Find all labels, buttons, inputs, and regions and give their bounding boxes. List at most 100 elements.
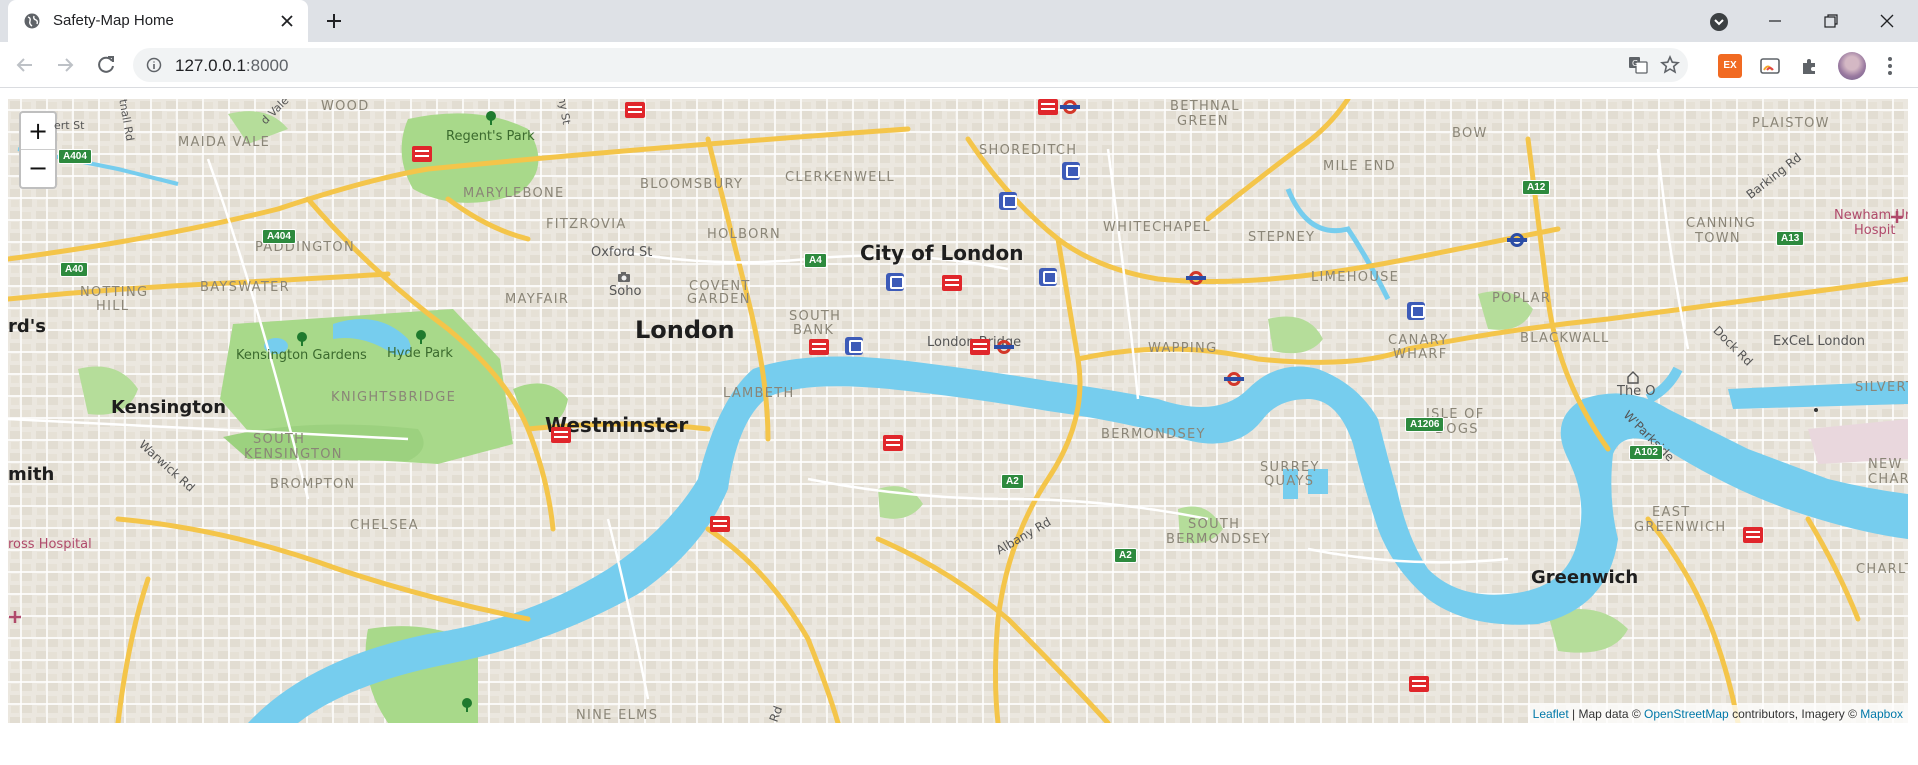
- road-shield: A102: [1629, 445, 1663, 460]
- map-label: Kensington Gardens: [236, 348, 367, 363]
- map-label: NINE ELMS: [576, 708, 659, 723]
- road-shield: A404: [262, 229, 296, 244]
- park-tree-icon: [416, 330, 426, 344]
- dlr-station-icon[interactable]: [1039, 268, 1057, 286]
- rail-station-icon[interactable]: [1743, 527, 1763, 543]
- map-label: Greenwich: [1531, 567, 1639, 588]
- restore-icon[interactable]: [1820, 10, 1842, 32]
- url-port: :8000: [245, 56, 289, 75]
- cast-extension-icon[interactable]: [1758, 54, 1782, 78]
- map-label: FITZROVIA: [546, 217, 627, 232]
- map-label: BLOOMSBURY: [640, 177, 744, 192]
- puzzle-extensions-icon[interactable]: [1798, 54, 1822, 78]
- site-info-icon[interactable]: [146, 57, 162, 73]
- road-shield: A13: [1776, 231, 1805, 246]
- map-label: NEW: [1868, 457, 1903, 472]
- tube-station-icon[interactable]: [994, 339, 1014, 355]
- map-label: CHARLT: [1868, 472, 1908, 487]
- rail-station-icon[interactable]: [942, 275, 962, 291]
- browser-tab[interactable]: Safety-Map Home: [8, 0, 308, 42]
- map-label: GREENWICH: [1634, 520, 1727, 535]
- bookmark-star-icon[interactable]: [1659, 54, 1681, 76]
- map-label: SOUTH: [1188, 517, 1241, 532]
- map-label: GARDEN: [687, 292, 751, 307]
- map-label: BAYSWATER: [200, 280, 290, 295]
- rail-station-icon[interactable]: [1038, 99, 1058, 115]
- map-label: ross Hospital: [8, 537, 92, 552]
- dlr-station-icon[interactable]: [1062, 162, 1080, 180]
- dlr-station-icon[interactable]: [886, 273, 904, 291]
- close-tab-icon[interactable]: [276, 10, 298, 32]
- profile-avatar[interactable]: [1838, 52, 1866, 80]
- road-shield: A40: [60, 262, 89, 277]
- map-label: ert St: [54, 119, 85, 132]
- window-close-icon[interactable]: [1876, 10, 1898, 32]
- map-label: WHITECHAPEL: [1103, 220, 1211, 235]
- kebab-menu-icon[interactable]: [1880, 54, 1900, 78]
- map-label: London: [635, 316, 735, 344]
- map-label: BERMONDSEY: [1166, 532, 1271, 547]
- zoom-in-button[interactable]: +: [21, 113, 55, 150]
- osm-link[interactable]: OpenStreetMap: [1644, 707, 1729, 721]
- minimize-icon[interactable]: [1764, 10, 1786, 32]
- map-label: MARYLEBONE: [463, 186, 565, 201]
- extension-ex-icon[interactable]: EX: [1718, 54, 1742, 78]
- translate-icon[interactable]: G: [1628, 55, 1648, 75]
- map-label: Hospit: [1854, 223, 1896, 238]
- hospital-icon: [1891, 211, 1903, 223]
- map-label: TOWN: [1695, 231, 1741, 246]
- map-label: BOW: [1452, 126, 1488, 141]
- dlr-station-icon[interactable]: [1407, 302, 1425, 320]
- rail-station-icon[interactable]: [710, 516, 730, 532]
- map-label: SHOREDITCH: [979, 143, 1078, 158]
- map-label: rd's: [8, 316, 46, 337]
- road-shield: A2: [1001, 474, 1024, 489]
- map-label: Hyde Park: [387, 346, 453, 361]
- back-arrow-icon[interactable]: [12, 52, 38, 78]
- map-label: ExCeL London: [1773, 334, 1866, 349]
- tube-station-icon[interactable]: [1507, 232, 1527, 248]
- rail-station-icon[interactable]: [625, 102, 645, 118]
- park-tree-icon: [462, 698, 472, 712]
- road-shield: A4: [804, 253, 827, 268]
- map-label: WOOD: [321, 99, 370, 114]
- map-label: BLACKWALL: [1520, 331, 1610, 346]
- road-shield: A12: [1522, 180, 1551, 195]
- rail-station-icon[interactable]: [551, 427, 571, 443]
- leaflet-map[interactable]: + − WOOD Regent's Park MAIDA VALE MARYLE…: [8, 99, 1908, 723]
- rail-station-icon[interactable]: [809, 339, 829, 355]
- map-label: The O: [1617, 384, 1656, 399]
- tab-search-icon[interactable]: [1708, 11, 1730, 33]
- rail-station-icon[interactable]: [1409, 676, 1429, 692]
- map-label: SURREY: [1260, 460, 1320, 475]
- dlr-station-icon[interactable]: [845, 337, 863, 355]
- rail-station-icon[interactable]: [970, 339, 990, 355]
- venue-icon: [1627, 371, 1639, 384]
- mapbox-link[interactable]: Mapbox: [1860, 707, 1903, 721]
- map-label: CHELSEA: [350, 518, 419, 533]
- tube-station-icon[interactable]: [1224, 371, 1244, 387]
- map-label: WAPPING: [1148, 341, 1218, 356]
- address-bar[interactable]: 127.0.0.1:8000 G: [133, 48, 1688, 82]
- map-label: MILE END: [1323, 159, 1396, 174]
- new-tab-icon[interactable]: [322, 9, 346, 33]
- dlr-station-icon[interactable]: [999, 192, 1017, 210]
- map-label: CLERKENWELL: [785, 170, 895, 185]
- camera-icon: [618, 272, 630, 282]
- tube-station-icon[interactable]: [1060, 99, 1080, 115]
- rail-station-icon[interactable]: [883, 435, 903, 451]
- map-label: mith: [8, 464, 55, 485]
- browser-toolbar: 127.0.0.1:8000 G EX: [0, 42, 1918, 88]
- reload-icon[interactable]: [93, 52, 119, 78]
- tube-station-icon[interactable]: [1186, 270, 1206, 286]
- road-shield: A1206: [1405, 417, 1445, 432]
- svg-text:G: G: [1632, 59, 1638, 68]
- zoom-out-button[interactable]: −: [21, 150, 55, 187]
- map-label: CHARLTO: [1856, 562, 1908, 577]
- rail-station-icon[interactable]: [412, 146, 432, 162]
- forward-arrow-icon[interactable]: [52, 52, 78, 78]
- map-label: CANARY: [1388, 333, 1449, 348]
- map-label: BANK: [793, 323, 835, 338]
- leaflet-link[interactable]: Leaflet: [1533, 707, 1569, 721]
- map-label: City of London: [860, 241, 1024, 265]
